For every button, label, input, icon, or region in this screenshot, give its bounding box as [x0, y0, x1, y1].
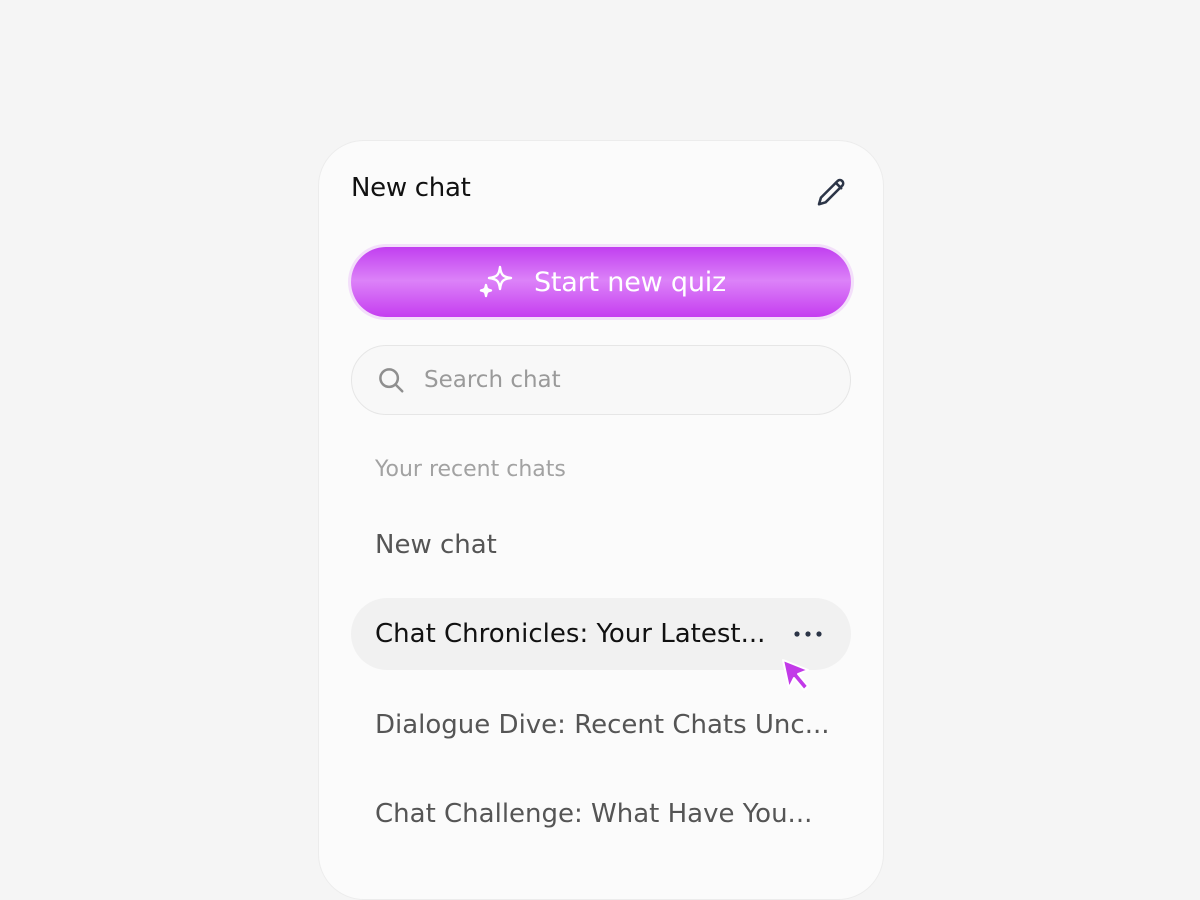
sparkles-icon	[479, 265, 513, 298]
start-new-quiz-label: Start new quiz	[533, 266, 727, 298]
search-chat-box[interactable]	[351, 345, 851, 415]
search-chat-input[interactable]	[422, 366, 806, 394]
panel-title: New chat	[351, 173, 471, 203]
more-horizontal-icon	[794, 631, 822, 637]
chat-item-dialogue-dive[interactable]: Dialogue Dive: Recent Chats Unc...	[351, 689, 851, 761]
recent-chats-heading: Your recent chats	[375, 457, 566, 482]
pencil-icon	[817, 178, 845, 206]
chat-item-chat-chronicles[interactable]: Chat Chronicles: Your Latest...	[351, 598, 851, 670]
new-chat-edit-button[interactable]	[811, 173, 851, 213]
chat-item-label: Chat Chronicles: Your Latest...	[375, 619, 766, 649]
chat-item-chat-challenge[interactable]: Chat Challenge: What Have You...	[351, 778, 851, 850]
start-new-quiz-button[interactable]: Start new quiz	[351, 247, 851, 317]
pointer-cursor-icon	[782, 659, 809, 691]
chat-sidebar-panel: New chat Start new quiz Your recent chat…	[318, 140, 884, 900]
chat-options-button[interactable]	[791, 620, 825, 648]
search-icon	[379, 368, 404, 393]
chat-item-new-chat[interactable]: New chat	[351, 509, 851, 581]
